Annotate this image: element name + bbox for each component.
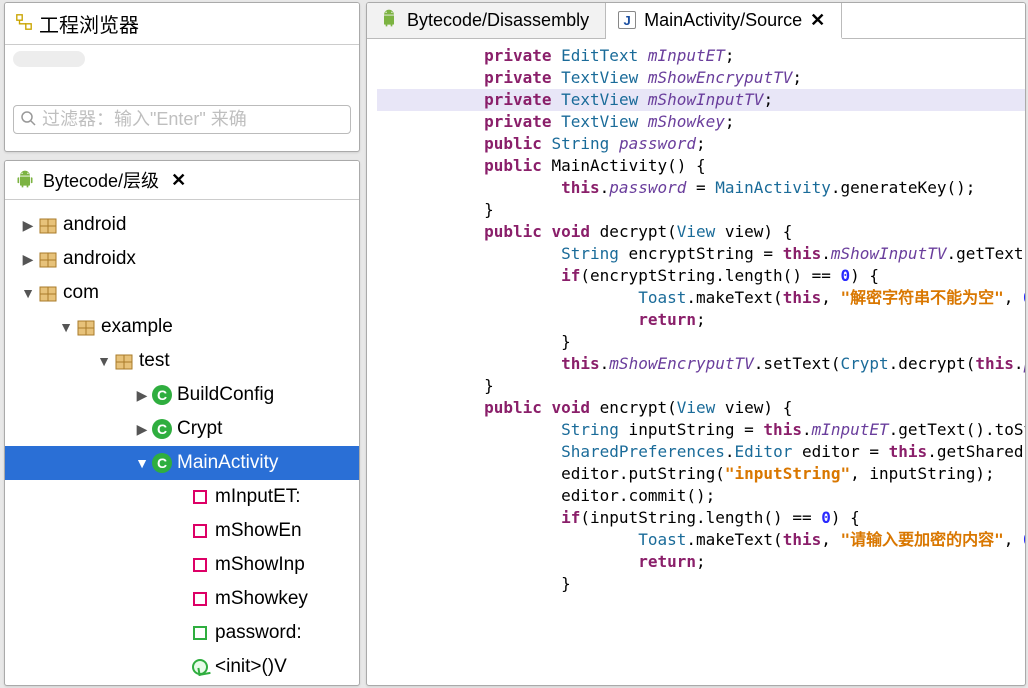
class-icon: C — [151, 418, 173, 440]
tree-node-buildconfig[interactable]: ▶CBuildConfig — [5, 378, 359, 412]
tree-node-field-minputet[interactable]: mInputET: — [5, 480, 359, 514]
package-icon — [113, 350, 135, 372]
tree-node-method-init[interactable]: <init>()V — [5, 650, 359, 684]
code-line[interactable]: if(encryptString.length() == 0) { — [377, 265, 1025, 287]
editor-area: Bytecode/Disassembly J MainActivity/Sour… — [366, 2, 1026, 686]
hierarchy-icon — [15, 13, 33, 34]
code-line[interactable]: String inputString = this.mInputET.getTe… — [377, 419, 1025, 441]
code-line[interactable]: if(inputString.length() == 0) { — [377, 507, 1025, 529]
package-icon — [75, 316, 97, 338]
tree-node-crypt[interactable]: ▶CCrypt — [5, 412, 359, 446]
package-icon — [37, 248, 59, 270]
code-line[interactable]: SharedPreferences.Editor editor = this.g… — [377, 441, 1025, 463]
code-line[interactable]: public MainActivity() { — [377, 155, 1025, 177]
tree-node-test[interactable]: ▼test — [5, 344, 359, 378]
code-line[interactable]: public void decrypt(View view) { — [377, 221, 1025, 243]
code-line[interactable]: private TextView mShowInputTV; — [377, 89, 1025, 111]
tree-node-field-mshowenc[interactable]: mShowEn — [5, 514, 359, 548]
method-icon — [189, 656, 211, 678]
code-line[interactable]: Toast.makeText(this, "解密字符串不能为空", 0).sho… — [377, 287, 1025, 309]
blank-pill — [13, 51, 85, 67]
android-icon — [15, 169, 35, 192]
filter-input[interactable] — [42, 109, 344, 130]
tree-node-mainactivity[interactable]: ▼CMainActivity — [5, 446, 359, 480]
close-icon[interactable]: ✕ — [810, 10, 825, 31]
tab-label: Bytecode/Disassembly — [407, 10, 589, 31]
tree-node-field-mshowinp[interactable]: mShowInp — [5, 548, 359, 582]
code-line[interactable]: editor.putString("inputString", inputStr… — [377, 463, 1025, 485]
project-explorer-title: 工程浏览器 — [39, 9, 139, 38]
field-icon — [189, 554, 211, 576]
code-line[interactable]: this.password = MainActivity.generateKey… — [377, 177, 1025, 199]
tab-label: MainActivity/Source — [644, 10, 802, 31]
tree-node-example[interactable]: ▼example — [5, 310, 359, 344]
tree-node-androidx[interactable]: ▶androidx — [5, 242, 359, 276]
editor-tabs: Bytecode/Disassembly J MainActivity/Sour… — [367, 3, 1025, 39]
field-icon — [189, 588, 211, 610]
hierarchy-panel: Bytecode/层级 ✕ ▶android ▶androidx ▼com ▼e… — [4, 160, 360, 686]
code-line[interactable]: editor.commit(); — [377, 485, 1025, 507]
tree-node-android[interactable]: ▶android — [5, 208, 359, 242]
code-line[interactable]: private TextView mShowEncryputTV; — [377, 67, 1025, 89]
tab-source[interactable]: J MainActivity/Source ✕ — [606, 3, 842, 39]
android-icon — [379, 8, 399, 33]
code-line[interactable]: String encryptString = this.mShowInputTV… — [377, 243, 1025, 265]
tree-node-com[interactable]: ▼com — [5, 276, 359, 310]
code-line[interactable]: return; — [377, 551, 1025, 573]
class-icon: C — [151, 384, 173, 406]
field-icon — [189, 486, 211, 508]
hierarchy-title: Bytecode/层级 — [43, 167, 159, 193]
package-icon — [37, 282, 59, 304]
field-icon — [189, 520, 211, 542]
project-explorer-panel: 工程浏览器 — [4, 2, 360, 152]
code-line[interactable]: } — [377, 331, 1025, 353]
code-line[interactable]: return; — [377, 309, 1025, 331]
class-icon: C — [151, 452, 173, 474]
project-explorer-header: 工程浏览器 — [5, 3, 359, 45]
code-line[interactable]: this.mShowEncryputTV.setText(Crypt.decry… — [377, 353, 1025, 375]
tree-node-field-mshowkey[interactable]: mShowkey — [5, 582, 359, 616]
java-file-icon: J — [618, 11, 636, 29]
code-line[interactable]: } — [377, 375, 1025, 397]
tree-node-field-password[interactable]: password: — [5, 616, 359, 650]
tab-bytecode[interactable]: Bytecode/Disassembly — [367, 3, 606, 38]
search-icon — [20, 110, 36, 129]
close-icon[interactable]: ✕ — [167, 170, 190, 191]
filter-row[interactable] — [13, 105, 351, 134]
hierarchy-header: Bytecode/层级 ✕ — [5, 161, 359, 200]
tree: ▶android ▶androidx ▼com ▼example ▼test ▶… — [5, 200, 359, 684]
code-line[interactable]: private EditText mInputET; — [377, 45, 1025, 67]
code-editor[interactable]: private EditText mInputET; private TextV… — [367, 39, 1025, 601]
code-line[interactable]: Toast.makeText(this, "请输入要加密的内容", 0).sho… — [377, 529, 1025, 551]
code-line[interactable]: private TextView mShowkey; — [377, 111, 1025, 133]
code-line[interactable]: } — [377, 573, 1025, 595]
code-line[interactable]: public void encrypt(View view) { — [377, 397, 1025, 419]
code-line[interactable]: public String password; — [377, 133, 1025, 155]
code-line[interactable]: } — [377, 199, 1025, 221]
package-icon — [37, 214, 59, 236]
field-icon — [189, 622, 211, 644]
